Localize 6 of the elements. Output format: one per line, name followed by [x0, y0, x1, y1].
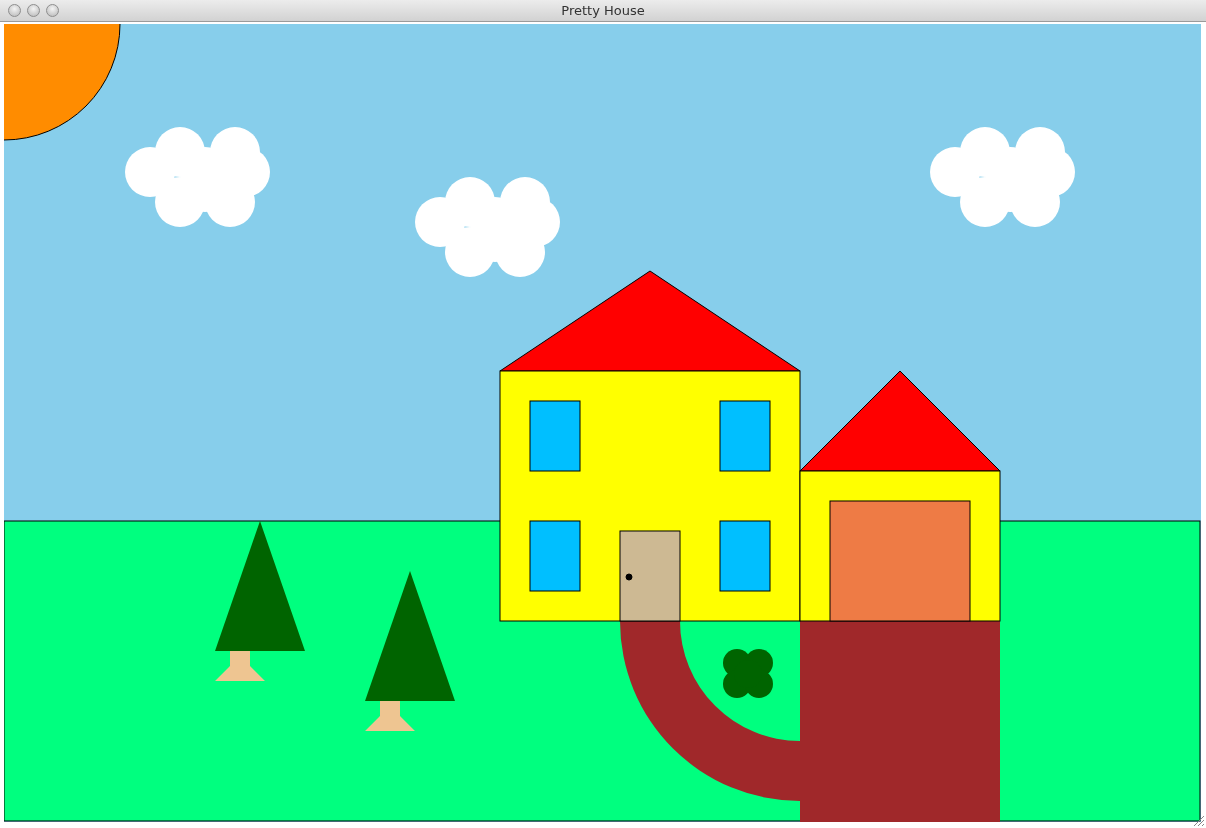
- bush-drawing: [723, 649, 773, 698]
- minimize-button[interactable]: [27, 4, 40, 17]
- zoom-button[interactable]: [46, 4, 59, 17]
- resize-grip-icon[interactable]: [1192, 814, 1205, 827]
- window-title: Pretty House: [561, 3, 645, 18]
- close-button[interactable]: [8, 4, 21, 17]
